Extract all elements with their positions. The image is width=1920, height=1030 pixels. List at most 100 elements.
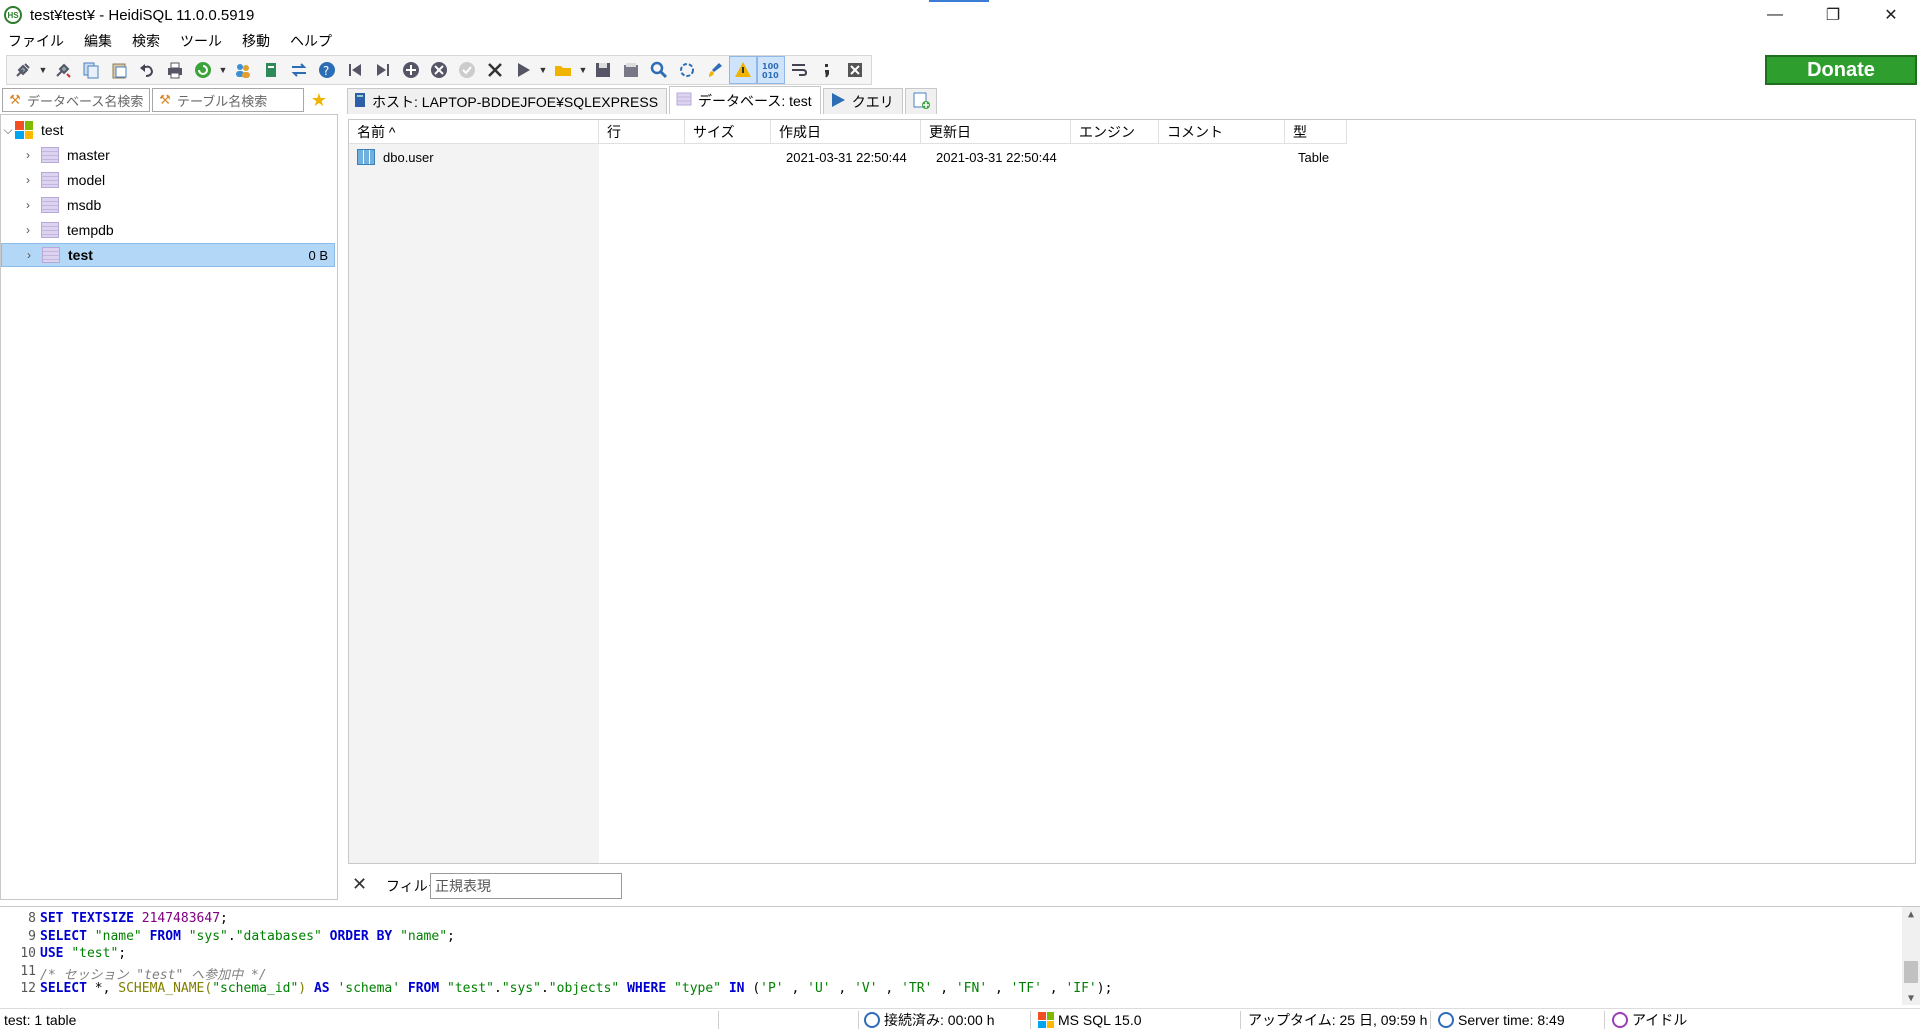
idle-circle-icon — [1612, 1012, 1628, 1028]
connect-dropdown[interactable]: ▼ — [37, 56, 49, 84]
status-divider — [1604, 1011, 1605, 1029]
chevron-right-icon[interactable]: › — [21, 223, 35, 237]
tree-item-msdb[interactable]: › msdb — [1, 193, 335, 217]
menu-tools[interactable]: ツール — [180, 31, 222, 51]
menu-goto[interactable]: 移動 — [242, 31, 270, 51]
favorites-star-icon[interactable]: ★ — [308, 88, 330, 112]
insert-row-button[interactable] — [397, 56, 425, 84]
menu-edit[interactable]: 編集 — [84, 31, 112, 51]
run-button[interactable] — [509, 56, 537, 84]
sync-button[interactable] — [285, 56, 313, 84]
column-header-engine[interactable]: エンジン — [1071, 120, 1159, 144]
column-header-rows[interactable]: 行 — [599, 120, 685, 144]
wrap-button[interactable] — [785, 56, 813, 84]
new-query-tab-button[interactable] — [904, 88, 937, 114]
chevron-right-icon[interactable]: › — [21, 148, 35, 162]
donate-button[interactable]: Donate — [1765, 55, 1917, 85]
status-divider — [1430, 1011, 1431, 1029]
scroll-thumb[interactable] — [1904, 961, 1918, 983]
sql-log-scrollbar[interactable]: ▲ ▼ — [1902, 907, 1920, 1005]
chevron-down-icon[interactable]: ⌵ — [1, 123, 15, 138]
tree-item-label: test — [68, 247, 93, 263]
clock-icon — [864, 1012, 880, 1028]
find-button[interactable] — [645, 56, 673, 84]
close-filter-icon[interactable]: ✕ — [352, 874, 367, 895]
filter-input[interactable]: 正規表現 — [430, 873, 622, 899]
save-button[interactable] — [589, 56, 617, 84]
tab-host[interactable]: ホスト: LAPTOP-BDDEJFOE¥SQLEXPRESS — [347, 88, 668, 114]
warnings-toggle[interactable] — [729, 56, 757, 84]
table-row[interactable]: dbo.user — [357, 145, 599, 169]
scroll-down-icon[interactable]: ▼ — [1902, 991, 1920, 1005]
database-icon — [41, 172, 59, 188]
tree-root-server[interactable]: ⌵ test — [1, 118, 335, 142]
replace-button[interactable] — [673, 56, 701, 84]
close-button[interactable]: ✕ — [1862, 0, 1920, 30]
open-file-dropdown[interactable]: ▼ — [577, 56, 589, 84]
refresh-dropdown[interactable]: ▼ — [217, 56, 229, 84]
semicolon-button[interactable] — [813, 56, 841, 84]
column-header-comment[interactable]: コメント — [1159, 120, 1285, 144]
copy-button[interactable] — [77, 56, 105, 84]
tab-query[interactable]: クエリ — [822, 88, 903, 114]
refresh-icon — [195, 62, 211, 78]
tree-item-model[interactable]: › model — [1, 168, 335, 192]
connect-button[interactable] — [9, 56, 37, 84]
play-icon — [830, 92, 846, 111]
menu-search[interactable]: 検索 — [132, 31, 160, 51]
binary-toggle[interactable]: 100 010 — [757, 56, 785, 84]
table-filter-input[interactable]: ⚒ テーブル名検索 — [152, 88, 304, 112]
disconnect-button[interactable] — [49, 56, 77, 84]
tree-root-label: test — [41, 122, 64, 138]
last-button[interactable] — [369, 56, 397, 84]
database-icon — [676, 91, 692, 110]
restore-button[interactable]: ❐ — [1804, 0, 1862, 30]
tree-item-test[interactable]: › test 0 B — [1, 243, 335, 267]
user-manager-button[interactable] — [229, 56, 257, 84]
clock-icon — [1438, 1012, 1454, 1028]
sql-log[interactable]: 8 SET TEXTSIZE 2147483647; 9 SELECT "name"… — [0, 906, 1920, 1005]
database-filter-input[interactable]: ⚒ データベース名検索 — [2, 88, 150, 112]
run-dropdown[interactable]: ▼ — [537, 56, 549, 84]
column-header-type[interactable]: 型 — [1285, 120, 1347, 144]
menu-file[interactable]: ファイル — [8, 31, 64, 51]
refresh-button[interactable] — [189, 56, 217, 84]
row-type: Table — [1298, 149, 1330, 165]
sql-code: SELECT "name" FROM "sys"."databases" ORD… — [40, 928, 455, 944]
window-controls: — ❐ ✕ — [1746, 0, 1920, 30]
status-idle-text: アイドル — [1632, 1012, 1688, 1028]
print-button[interactable] — [161, 56, 189, 84]
menu-help[interactable]: ヘルプ — [290, 31, 332, 51]
chevron-right-icon[interactable]: › — [22, 248, 36, 262]
tree-item-tempdb[interactable]: › tempdb — [1, 218, 335, 242]
first-icon — [349, 64, 361, 76]
tree-item-label: master — [67, 147, 110, 163]
paste-button[interactable] — [105, 56, 133, 84]
chevron-right-icon[interactable]: › — [21, 198, 35, 212]
stop-button[interactable] — [841, 56, 869, 84]
sql-log-line: 8 SET TEXTSIZE 2147483647; — [0, 911, 236, 928]
help-button[interactable]: ? — [313, 56, 341, 84]
tab-database[interactable]: データベース: test — [669, 86, 821, 114]
column-header-updated[interactable]: 更新日 — [921, 120, 1071, 144]
tree-item-master[interactable]: › master — [1, 143, 335, 167]
minimize-button[interactable]: — — [1746, 0, 1804, 30]
chevron-right-icon[interactable]: › — [21, 173, 35, 187]
cancel-button[interactable] — [481, 56, 509, 84]
first-button[interactable] — [341, 56, 369, 84]
column-header-size[interactable]: サイズ — [685, 120, 771, 144]
column-header-created[interactable]: 作成日 — [771, 120, 921, 144]
open-file-button[interactable] — [549, 56, 577, 84]
tab-database-label: データベース: test — [698, 92, 812, 109]
row-updated: 2021-03-31 22:50:44 — [936, 149, 1057, 165]
undo-button[interactable] — [133, 56, 161, 84]
reformat-button[interactable] — [701, 56, 729, 84]
post-button[interactable] — [453, 56, 481, 84]
scroll-up-icon[interactable]: ▲ — [1902, 907, 1920, 921]
column-header-name[interactable]: 名前 ^ — [349, 120, 599, 144]
save-snippet-button[interactable] — [617, 56, 645, 84]
delete-row-button[interactable] — [425, 56, 453, 84]
status-server-time: Server time: 8:49 — [1434, 1009, 1565, 1030]
unplug-icon — [56, 63, 71, 78]
export-button[interactable] — [257, 56, 285, 84]
